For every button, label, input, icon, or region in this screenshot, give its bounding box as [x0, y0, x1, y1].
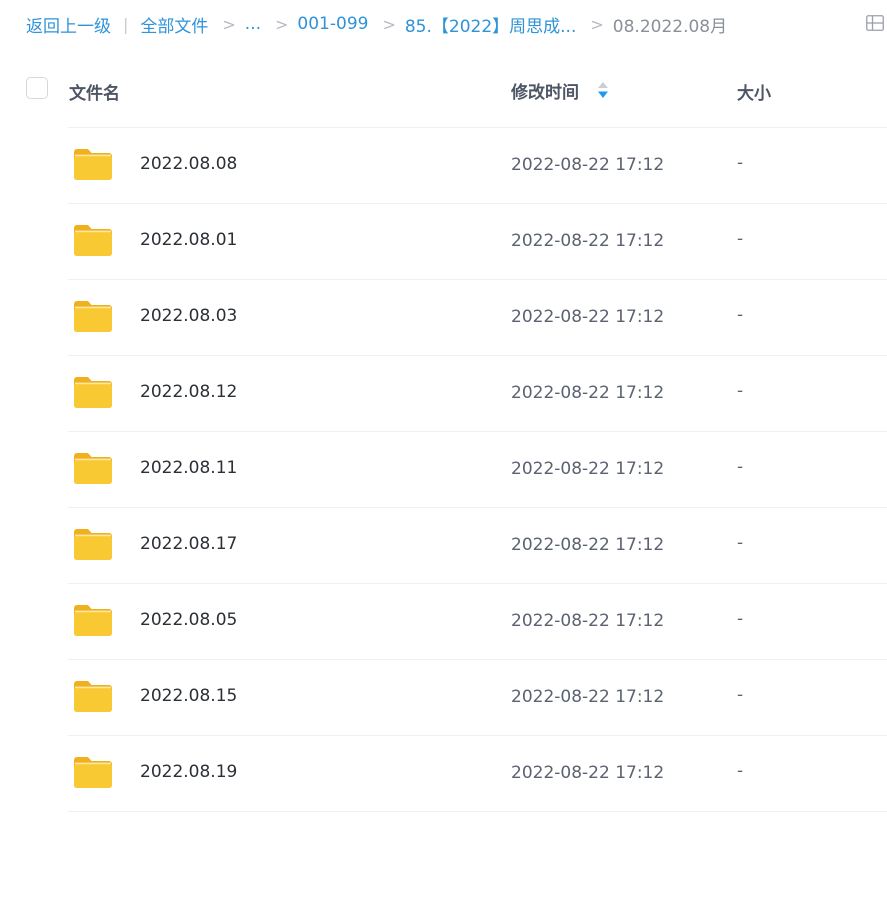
file-modified-time: 2022-08-22 17:12	[511, 535, 665, 555]
list-header: 文件名 修改时间 大小	[0, 70, 887, 110]
file-size: -	[737, 153, 744, 173]
file-name[interactable]: 2022.08.15	[140, 686, 237, 706]
folder-icon	[74, 681, 112, 712]
breadcrumb-folder-85[interactable]: 85.【2022】周思成...	[405, 12, 577, 37]
grid-list-icon[interactable]	[866, 15, 884, 31]
folder-icon	[74, 757, 112, 788]
file-name[interactable]: 2022.08.01	[140, 230, 237, 250]
file-size: -	[737, 229, 744, 249]
folder-icon	[74, 225, 112, 256]
breadcrumb-current-folder: 08.2022.08月	[612, 16, 728, 37]
folder-icon	[74, 453, 112, 484]
file-list: 2022.08.08 2022-08-22 17:12 - 2022.08.01…	[0, 128, 887, 812]
file-name[interactable]: 2022.08.05	[140, 610, 237, 630]
breadcrumb-separator: >	[222, 14, 236, 34]
file-name[interactable]: 2022.08.17	[140, 534, 237, 554]
breadcrumb-separator: >	[590, 14, 604, 34]
back-link[interactable]: 返回上一级	[26, 12, 111, 37]
file-name[interactable]: 2022.08.03	[140, 306, 237, 326]
breadcrumb-divider: |	[123, 14, 129, 34]
file-size: -	[737, 533, 744, 553]
breadcrumb-separator: >	[275, 14, 289, 34]
file-name[interactable]: 2022.08.19	[140, 762, 237, 782]
file-size: -	[737, 609, 744, 629]
column-header-size: 大小	[737, 84, 771, 104]
column-header-modified-time[interactable]: 修改时间	[511, 78, 579, 103]
file-modified-time: 2022-08-22 17:12	[511, 459, 665, 479]
file-row[interactable]: 2022.08.15 2022-08-22 17:12 -	[0, 660, 887, 736]
file-modified-time: 2022-08-22 17:12	[511, 687, 665, 707]
file-row[interactable]: 2022.08.08 2022-08-22 17:12 -	[0, 128, 887, 204]
file-modified-time: 2022-08-22 17:12	[511, 383, 665, 403]
file-row[interactable]: 2022.08.12 2022-08-22 17:12 -	[0, 356, 887, 432]
file-modified-time: 2022-08-22 17:12	[511, 155, 665, 175]
folder-icon	[74, 529, 112, 560]
file-size: -	[737, 761, 744, 781]
file-row[interactable]: 2022.08.01 2022-08-22 17:12 -	[0, 204, 887, 280]
file-size: -	[737, 457, 744, 477]
breadcrumb-separator: >	[382, 14, 396, 34]
breadcrumb: 返回上一级 | 全部文件 > ... > 001-099 > 85.【2022】…	[26, 10, 727, 38]
file-row[interactable]: 2022.08.19 2022-08-22 17:12 -	[0, 736, 887, 812]
file-size: -	[737, 685, 744, 705]
column-header-name: 文件名	[69, 84, 120, 104]
breadcrumb-all-files[interactable]: 全部文件	[140, 12, 208, 37]
file-browser: 返回上一级 | 全部文件 > ... > 001-099 > 85.【2022】…	[0, 0, 887, 903]
file-modified-time: 2022-08-22 17:12	[511, 611, 665, 631]
file-row[interactable]: 2022.08.11 2022-08-22 17:12 -	[0, 432, 887, 508]
folder-icon	[74, 149, 112, 180]
breadcrumb-folder-001-099[interactable]: 001-099	[297, 14, 368, 34]
file-modified-time: 2022-08-22 17:12	[511, 231, 665, 251]
select-all-checkbox[interactable]	[26, 77, 48, 99]
file-row[interactable]: 2022.08.05 2022-08-22 17:12 -	[0, 584, 887, 660]
file-modified-time: 2022-08-22 17:12	[511, 307, 665, 327]
file-size: -	[737, 305, 744, 325]
folder-icon	[74, 605, 112, 636]
file-name[interactable]: 2022.08.11	[140, 458, 237, 478]
file-size: -	[737, 381, 744, 401]
breadcrumb-ellipsis[interactable]: ...	[245, 14, 261, 34]
file-name[interactable]: 2022.08.08	[140, 154, 237, 174]
folder-icon	[74, 377, 112, 408]
file-modified-time: 2022-08-22 17:12	[511, 763, 665, 783]
file-row[interactable]: 2022.08.03 2022-08-22 17:12 -	[0, 280, 887, 356]
sort-icon[interactable]	[597, 81, 609, 99]
file-name[interactable]: 2022.08.12	[140, 382, 237, 402]
folder-icon	[74, 301, 112, 332]
file-row[interactable]: 2022.08.17 2022-08-22 17:12 -	[0, 508, 887, 584]
